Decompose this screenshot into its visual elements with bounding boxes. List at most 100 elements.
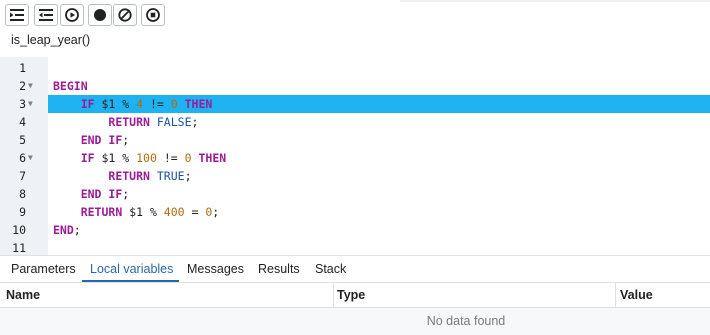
play-circle-icon bbox=[65, 8, 79, 22]
stop-button[interactable] bbox=[141, 4, 165, 26]
code-line[interactable]: 10 END; bbox=[0, 221, 710, 239]
code-keyword: BEGIN bbox=[53, 79, 88, 93]
code-keyword: THEN bbox=[184, 97, 213, 111]
line-number[interactable]: 7 bbox=[0, 167, 26, 185]
code-text: RETURN $1 % 400 = 0; bbox=[53, 203, 220, 221]
tab-stack[interactable]: Stack bbox=[315, 262, 346, 276]
code-number: 0 bbox=[184, 151, 192, 165]
toggle-breakpoint-button[interactable] bbox=[88, 4, 112, 26]
top-strip bbox=[400, 0, 710, 2]
line-number[interactable]: 10 bbox=[0, 221, 26, 239]
line-number[interactable]: 2 bbox=[0, 77, 26, 95]
code-token: ; bbox=[191, 115, 199, 129]
tab-messages[interactable]: Messages bbox=[187, 262, 244, 276]
function-title: is_leap_year() bbox=[11, 33, 91, 47]
code-token: = bbox=[184, 205, 206, 219]
step-over-icon bbox=[39, 9, 53, 21]
no-data-message: No data found bbox=[426, 314, 506, 328]
code-text: END; bbox=[53, 221, 81, 239]
code-line[interactable]: 4 RETURN FALSE; bbox=[0, 113, 710, 131]
column-divider[interactable] bbox=[333, 283, 334, 307]
code-number: 0 bbox=[170, 97, 178, 111]
code-token: ; bbox=[122, 187, 130, 201]
tab-results[interactable]: Results bbox=[258, 262, 300, 276]
code-token: ; bbox=[212, 205, 220, 219]
code-text: BEGIN bbox=[53, 77, 88, 95]
column-header-name[interactable]: Name bbox=[6, 288, 40, 302]
step-into-button[interactable] bbox=[5, 4, 29, 26]
code-token: != bbox=[143, 97, 171, 111]
code-token: $1 % bbox=[122, 205, 164, 219]
fold-arrow-icon[interactable]: ▼ bbox=[28, 95, 38, 113]
line-number[interactable]: 9 bbox=[0, 203, 26, 221]
code-number: 400 bbox=[163, 205, 185, 219]
line-number[interactable]: 4 bbox=[0, 113, 26, 131]
fold-arrow-icon[interactable]: ▼ bbox=[28, 77, 38, 95]
step-over-button[interactable] bbox=[34, 4, 58, 26]
tab-parameters[interactable]: Parameters bbox=[11, 262, 76, 276]
line-number[interactable]: 3 bbox=[0, 95, 26, 113]
code-token: $1 % bbox=[94, 151, 137, 165]
line-number[interactable]: 8 bbox=[0, 185, 26, 203]
code-keyword: IF bbox=[80, 97, 95, 111]
fold-arrow-icon[interactable]: ▼ bbox=[28, 149, 38, 167]
line-number[interactable]: 6 bbox=[0, 149, 26, 167]
code-text: END IF; bbox=[53, 185, 129, 203]
code-text: IF $1 % 4 != 0 THEN bbox=[53, 95, 213, 113]
clear-breakpoints-button[interactable] bbox=[113, 4, 137, 26]
column-divider[interactable] bbox=[615, 283, 616, 307]
code-text: IF $1 % 100 != 0 THEN bbox=[53, 149, 226, 167]
line-number[interactable]: 5 bbox=[0, 131, 26, 149]
step-into-icon bbox=[10, 9, 24, 21]
stop-circle-icon bbox=[146, 8, 160, 22]
code-boolean: FALSE bbox=[156, 115, 192, 129]
code-keyword: RETURN bbox=[108, 115, 150, 129]
code-keyword: RETURN bbox=[80, 205, 123, 219]
code-keyword: RETURN bbox=[108, 169, 150, 183]
code-keyword: END bbox=[53, 223, 74, 237]
continue-button[interactable] bbox=[60, 4, 84, 26]
variables-table-header: Name Type Value bbox=[0, 282, 710, 308]
code-line[interactable]: 9 RETURN $1 % 400 = 0; bbox=[0, 203, 710, 221]
code-line[interactable]: 6 ▼ IF $1 % 100 != 0 THEN bbox=[0, 149, 710, 167]
filled-circle-icon bbox=[93, 8, 107, 22]
code-line[interactable]: 5 END IF; bbox=[0, 131, 710, 149]
code-number: 4 bbox=[136, 97, 144, 111]
code-keyword: END IF bbox=[80, 187, 123, 201]
code-line[interactable]: 3 ▼ IF $1 % 4 != 0 THEN bbox=[0, 95, 710, 113]
code-token: $1 % bbox=[94, 97, 137, 111]
line-number[interactable]: 1 bbox=[0, 59, 26, 77]
code-line[interactable]: 1 bbox=[0, 59, 710, 77]
code-token: ; bbox=[184, 169, 192, 183]
code-editor[interactable]: 1 2 ▼ BEGIN 3 ▼ IF $1 % 4 != 0 THEN 4 RETURN F… bbox=[0, 57, 710, 255]
code-line[interactable]: 8 END IF; bbox=[0, 185, 710, 203]
code-text: END IF; bbox=[53, 131, 129, 149]
empty-table-body: No data found bbox=[0, 308, 710, 335]
code-token: ; bbox=[122, 133, 130, 147]
code-line[interactable]: 7 RETURN TRUE; bbox=[0, 167, 710, 185]
tab-local-variables[interactable]: Local variables bbox=[90, 262, 173, 276]
code-text: RETURN TRUE; bbox=[53, 167, 192, 185]
code-keyword: END IF bbox=[80, 133, 123, 147]
code-token: != bbox=[156, 151, 185, 165]
code-number: 100 bbox=[136, 151, 157, 165]
code-text: RETURN FALSE; bbox=[53, 113, 198, 131]
column-header-type[interactable]: Type bbox=[337, 288, 365, 302]
code-keyword: THEN bbox=[198, 151, 227, 165]
column-header-value[interactable]: Value bbox=[620, 288, 653, 302]
code-line[interactable]: 2 ▼ BEGIN bbox=[0, 77, 710, 95]
no-entry-icon bbox=[118, 8, 132, 22]
debugger-tabs: Parameters Local variables Messages Resu… bbox=[0, 255, 710, 282]
code-boolean: TRUE bbox=[156, 169, 185, 183]
debugger-toolbar bbox=[0, 0, 710, 30]
code-keyword: IF bbox=[80, 151, 95, 165]
